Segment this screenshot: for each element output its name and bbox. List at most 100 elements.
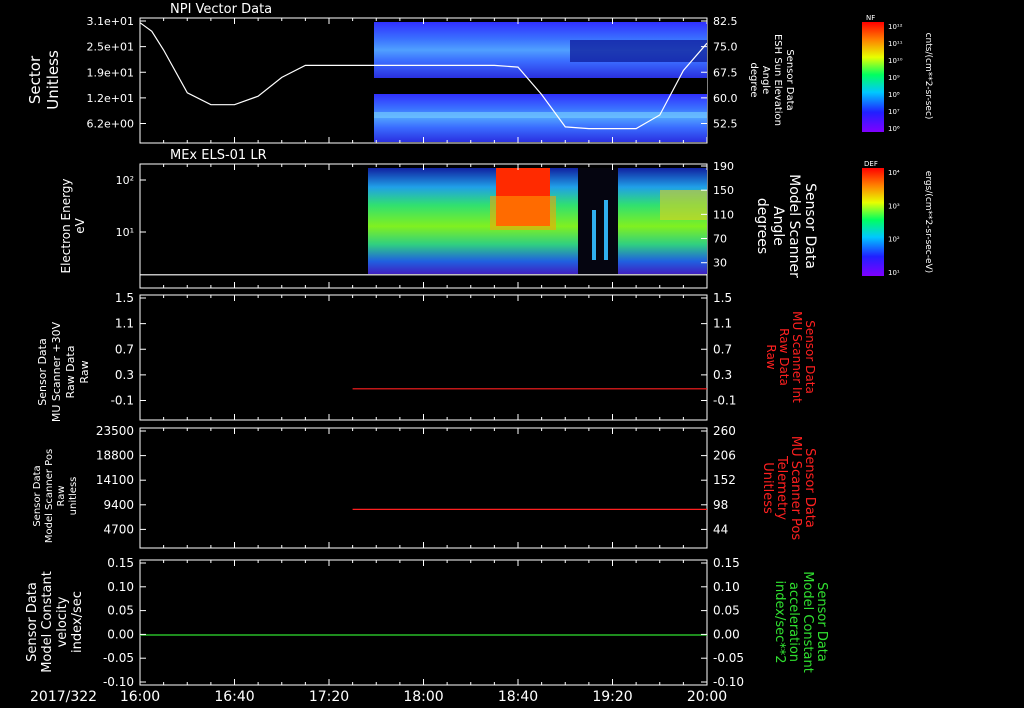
panel-5-right-tick-label: 0.10 [713,580,740,594]
panel-4-rlabel-line-4: Unitless [760,462,775,514]
panel-3-right-tick-label: 0.3 [713,368,732,382]
colorbar-nf-units: cnts/(cm**2-sr-sec) [923,33,933,120]
panel-1-ytick-label: 6.2e+00 [87,118,134,131]
colorbar-nf-label: NF [866,14,875,22]
spectrogram-hot-edge [490,196,556,230]
panel-3-right-tick-label: 1.1 [713,317,732,331]
colorbar-tick-label: 10⁸ [888,91,900,99]
panel-4-ytick-label: 18800 [96,449,134,463]
panel-1-title: NPI Vector Data [170,2,272,17]
panel-1-ytick-label: 1.2e+01 [87,92,134,105]
panel-5-ylabel-line-4: index/sec [70,591,85,653]
panel-2-rlabel-line-3: Angle [770,206,786,246]
time-tick-label: 18:00 [403,689,443,705]
panel-4-rlabel-line-1: Sensor Data [802,448,817,528]
panel-1-rlabel-line-2: ESH Sun Elevation [772,34,783,126]
time-tick-label: 19:20 [592,689,632,705]
time-tick-label: 17:20 [309,689,349,705]
panel-3-rlabel-line-4: Raw [764,344,778,369]
panel-2-title: MEx ELS-01 LR [170,148,267,163]
panel-1-right-tick-label: 82.5 [713,15,738,28]
panel-3-rlabel-line-1: Sensor Data [803,320,817,394]
panel-3-ytick-label: 1.5 [115,291,134,305]
spectrogram-gap [374,78,707,94]
panel-5-ytick-label: -0.10 [103,675,134,689]
panel-5-ytick-label: 0.00 [107,627,134,641]
panel-4-ylabel-line-1: Sensor Data [32,465,43,526]
panel-2-ytick-label: 10¹ [116,226,134,239]
colorbar-def-units: ergs/(cm**2-sr-sec-eV) [923,171,933,273]
colorbar-tick-label: 10³ [888,202,900,210]
panel-4-ylabel-line-2: Model Scanner Pos [44,449,55,543]
panel-4-right-tick-label: 206 [713,449,736,463]
multi-panel-time-series-plot: NPI Vector Data MEx ELS-01 LR 3.1e+01 2.5… [25,2,933,705]
panel-2-spectrogram [368,168,707,274]
panel-5-ylabel-line-2: Model Constant [40,571,55,673]
panel-5-ytick-label: 0.05 [107,604,134,618]
panel-1-rlabel-line-4: degree [748,62,759,97]
panel-5-right-tick-label: 0.00 [713,627,740,641]
panel-3-frame [139,294,708,421]
spectrogram-dark-patch [570,40,707,62]
panel-5-right-tick-label: 0.05 [713,604,740,618]
panel-1-spectrogram [374,22,707,142]
panel-5-rlabel-line-4: index/sec**2 [772,580,787,663]
panel-4-ytick-label: 9400 [103,498,134,512]
panel-2-ytick-label: 10² [116,174,134,187]
panel-5-ytick-label: 0.15 [107,556,134,570]
colorbar-tick-label: 10¹⁰ [888,57,903,65]
panel-4-ytick-label: 23500 [96,424,134,438]
spectrogram-gap [578,168,618,274]
panel-5-rlabel-line-1: Sensor Data [814,582,829,662]
colorbar-tick-label: 10⁷ [888,108,900,116]
panel-3-ytick-label: -0.1 [111,394,134,408]
panel-3-rlabel-line-3: Raw Data [777,328,791,386]
colorbar-tick-label: 10¹ [888,269,900,277]
panel-1-ytick-label: 3.1e+01 [87,15,134,28]
panel-4-ytick-label: 14100 [96,473,134,487]
panel-1-ylabel-line-1: Sector [26,55,44,104]
time-tick-label: 18:40 [498,689,538,705]
panel-4-right-tick-label: 44 [713,522,728,536]
panel-3-right-tick-label: -0.1 [713,394,736,408]
panel-5-rlabel-line-3: acceleration [786,582,801,662]
panel-2-right-tick-label: 30 [713,257,727,270]
panel-2-rlabel-line-1: Sensor Data [802,183,818,269]
panel-3-ylabel-line-1: Sensor Data [36,338,49,405]
panel-5-ytick-label: 0.10 [107,580,134,594]
panel-2-rlabel-line-2: Model Scanner [786,174,802,278]
panel-4-ytick-label: 4700 [103,522,134,536]
colorbar-nf: NF 10¹² 10¹¹ 10¹⁰ 10⁹ 10⁸ 10⁷ 10⁶ cnts/(cm**2-… [862,14,933,133]
colorbar-nf-gradient [862,22,884,132]
panel-2-right-tick-label: 150 [713,184,734,197]
panel-2-ylabel-line-2: eV [73,217,87,233]
panel-4-right-tick-label: 152 [713,473,736,487]
panel-5-ylabel-line-1: Sensor Data [25,582,40,662]
colorbar-def-label: DEF [864,160,878,168]
panel-4-right-tick-label: 98 [713,498,728,512]
panel-5-right-tick-label: -0.05 [713,651,744,665]
panel-3-right-tick-label: 1.5 [713,291,732,305]
panel-2-ylabel-line-1: Electron Energy [59,178,73,273]
spectrogram-stripe [592,210,596,260]
spectrogram-stripe [604,200,608,260]
panel-1-rlabel-line-1: Sensor Data [784,49,795,110]
time-tick-label: 16:40 [214,689,254,705]
panel-5-right-tick-label: 0.15 [713,556,740,570]
colorbar-nf-ticks: 10¹² 10¹¹ 10¹⁰ 10⁹ 10⁸ 10⁷ 10⁶ [888,23,903,133]
panel-5-ytick-label: -0.05 [103,651,134,665]
left-axis-labels: Sector Unitless Electron Energy eV Senso… [25,50,91,673]
colorbar-tick-label: 10⁴ [888,169,900,177]
colorbar-tick-label: 10² [888,236,900,244]
panel-4-rlabel-line-2: MU Scanner Pos [788,436,803,541]
panel-4-frame [139,427,708,549]
right-axis-labels: Sensor Data ESH Sun Elevation Angle degr… [748,34,829,673]
panel-4-ylabel-line-4: unitless [68,477,79,516]
panel-3-ytick-label: 0.3 [115,368,134,382]
colorbar-tick-label: 10¹² [888,23,903,31]
panel-3-rlabel-line-2: MU Scanner Int [790,311,804,403]
spectrogram-patch [660,190,707,220]
date-label: 2017/322 [30,689,97,705]
colorbar-def: DEF 10⁴ 10³ 10² 10¹ ergs/(cm**2-sr-sec-eV) [862,160,933,277]
panel-4-rlabel-line-3: Telemetry [774,455,789,520]
